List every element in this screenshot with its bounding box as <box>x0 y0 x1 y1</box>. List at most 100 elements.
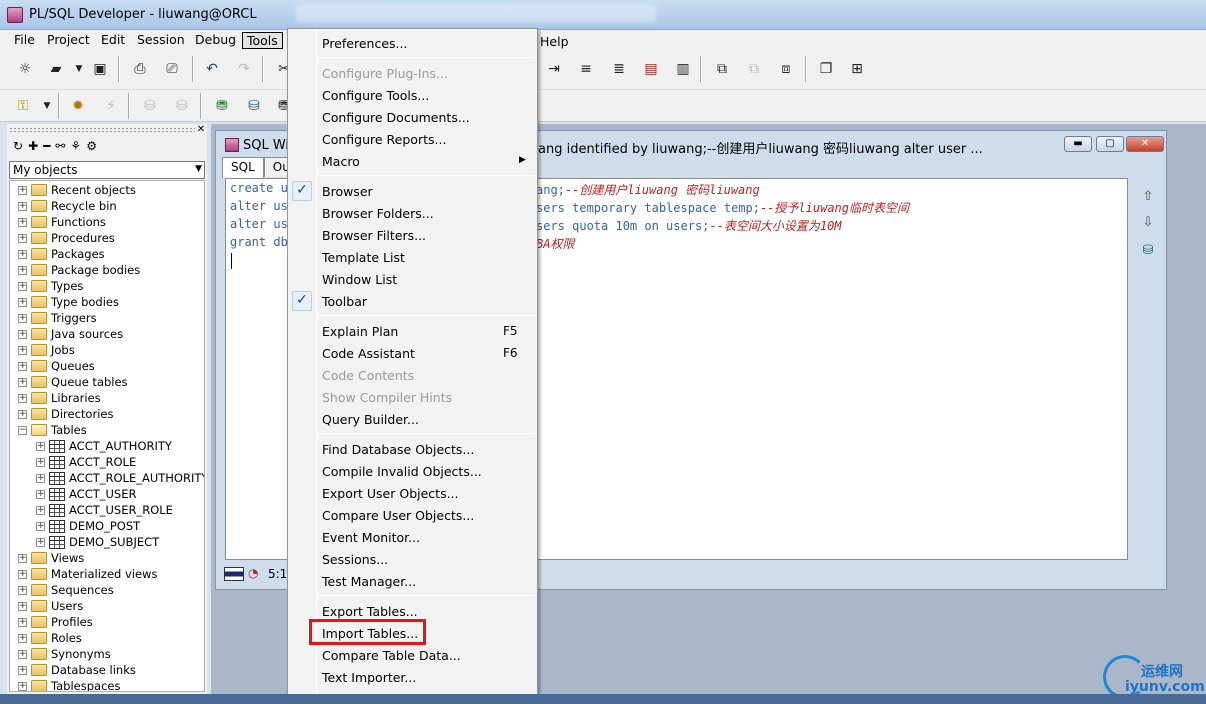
key-icon[interactable]: ⚿ <box>14 97 32 115</box>
expand-icon[interactable]: + <box>18 345 27 355</box>
tree-folder-item[interactable]: + Package bodies <box>18 262 140 278</box>
database-icon[interactable]: ⛁ <box>1140 243 1156 259</box>
break-icon[interactable]: ⚡ <box>102 97 120 115</box>
maximize-button[interactable]: ▢ <box>1096 136 1124 152</box>
tree-folder-item[interactable]: + Functions <box>18 214 106 230</box>
filter-icon[interactable]: ⚘ <box>70 139 81 157</box>
tree-table-item[interactable]: + ACCT_USER_ROLE <box>36 502 173 518</box>
menu-item-sessions[interactable]: Sessions... <box>288 548 537 570</box>
tree-table-item[interactable]: + ACCT_ROLE <box>36 454 136 470</box>
arrow-up-icon[interactable]: ⇧ <box>1140 189 1156 205</box>
menu-item-compare-table-data[interactable]: Compare Table Data... <box>288 644 537 666</box>
collapse-icon[interactable]: − <box>18 425 27 435</box>
add-icon[interactable]: ✚ <box>28 139 38 157</box>
expand-icon[interactable]: + <box>18 297 27 307</box>
expand-icon[interactable]: + <box>18 649 27 659</box>
paste-icon[interactable]: ⧉ <box>745 60 763 78</box>
expand-icon[interactable]: + <box>18 249 27 259</box>
filter-edit-icon[interactable]: ⚙ <box>86 139 97 157</box>
tree-table-item[interactable]: + ACCT_ROLE_AUTHORITY <box>36 470 204 486</box>
menu-item-configure-documents[interactable]: Configure Documents... <box>288 106 537 128</box>
minimize-button[interactable]: ▬ <box>1064 136 1092 152</box>
tree-folder-item[interactable]: + Queue tables <box>18 374 128 390</box>
find-object-icon[interactable]: ⚯ <box>55 139 65 157</box>
expand-icon[interactable]: + <box>18 409 27 419</box>
menu-item-configure-reports[interactable]: Configure Reports... <box>288 128 537 150</box>
db-session-icon[interactable]: ⛃ <box>213 97 231 115</box>
menu-item-macro[interactable]: Macro ▶ <box>288 150 537 172</box>
menu-file[interactable]: File <box>10 32 39 49</box>
menu-item-browser-folders[interactable]: Browser Folders... <box>288 202 537 224</box>
menu-item-event-monitor[interactable]: Event Monitor... <box>288 526 537 548</box>
expand-icon[interactable]: + <box>18 217 27 227</box>
tree-folder-item[interactable]: + Type bodies <box>18 294 119 310</box>
expand-icon[interactable]: + <box>18 313 27 323</box>
tree-table-item[interactable]: + DEMO_POST <box>36 518 140 534</box>
expand-icon[interactable]: + <box>18 393 27 403</box>
tree-folder-item[interactable]: + Recent objects <box>18 182 136 198</box>
redo-icon[interactable]: ↷ <box>235 60 253 78</box>
tree-folder-item[interactable]: + Packages <box>18 246 105 262</box>
object-filter-select[interactable]: My objects ▼ <box>9 161 205 179</box>
window-icon[interactable]: ⧈ <box>777 60 795 78</box>
expand-icon[interactable]: + <box>18 377 27 387</box>
tree-folder-item[interactable]: + Roles <box>18 630 82 646</box>
copy-icon[interactable]: ⧉ <box>713 60 731 78</box>
indent-icon[interactable]: ⇥ <box>545 60 563 78</box>
expand-icon[interactable]: + <box>18 569 27 579</box>
tree-table-item[interactable]: + ACCT_USER <box>36 486 136 502</box>
expand-icon[interactable]: + <box>36 505 45 515</box>
expand-icon[interactable]: + <box>36 473 45 483</box>
tree-folder-item[interactable]: + Procedures <box>18 230 115 246</box>
tree-table-item[interactable]: + DEMO_SUBJECT <box>36 534 159 550</box>
close-button[interactable]: ✕ <box>1126 136 1164 152</box>
tree-folder-item[interactable]: + Materialized views <box>18 566 157 582</box>
menu-item-compile-invalid-objects[interactable]: Compile Invalid Objects... <box>288 460 537 482</box>
expand-icon[interactable]: + <box>36 489 45 499</box>
tree-table-item[interactable]: + ACCT_AUTHORITY <box>36 438 172 454</box>
new-icon[interactable]: ☼ <box>16 60 34 78</box>
save-icon[interactable]: ▣ <box>91 60 109 78</box>
tree-folder-item[interactable]: + Tablespaces <box>18 678 120 691</box>
menu-item-toolbar[interactable]: ✓ Toolbar <box>288 290 537 312</box>
expand-icon[interactable]: + <box>18 361 27 371</box>
undo-icon[interactable]: ↶ <box>203 60 221 78</box>
menu-item-browser[interactable]: ✓ Browser <box>288 180 537 202</box>
expand-icon[interactable]: + <box>36 441 45 451</box>
menu-item-preferences[interactable]: Preferences... <box>288 32 537 54</box>
tree-folder-item[interactable]: + Recycle bin <box>18 198 117 214</box>
tab-sql[interactable]: SQL <box>222 157 264 178</box>
key-dropdown-icon[interactable]: ▼ <box>38 97 56 115</box>
print-icon[interactable]: ⎙ <box>131 60 149 78</box>
close-icon[interactable]: ✕ <box>196 125 206 135</box>
menu-item-find-database-objects[interactable]: Find Database Objects... <box>288 438 537 460</box>
menu-item-browser-filters[interactable]: Browser Filters... <box>288 224 537 246</box>
chevron-down-icon[interactable]: ▼ <box>195 164 202 174</box>
expand-icon[interactable]: + <box>18 553 27 563</box>
menu-help[interactable]: Help <box>540 34 569 49</box>
uncomment-icon[interactable]: ▤ <box>642 60 660 78</box>
sql-icon[interactable]: ⛁ <box>245 97 263 115</box>
panel-grip[interactable] <box>9 127 195 133</box>
tree-folder-item[interactable]: + Java sources <box>18 326 123 342</box>
open-icon[interactable]: ▰ <box>47 60 65 78</box>
tree-folder-item[interactable]: + Sequences <box>18 582 114 598</box>
find-icon[interactable]: ▥ <box>674 60 692 78</box>
expand-icon[interactable]: + <box>18 281 27 291</box>
expand-icon[interactable]: + <box>18 185 27 195</box>
tree-folder-item[interactable]: − Tables <box>18 422 87 438</box>
tree-folder-item[interactable]: + Profiles <box>18 614 93 630</box>
expand-icon[interactable]: + <box>18 201 27 211</box>
refresh-icon[interactable]: ↻ <box>13 139 23 157</box>
execute-icon[interactable]: ✹ <box>69 97 87 115</box>
outdent-icon[interactable]: ≡ <box>577 60 595 78</box>
menu-item-compare-user-objects[interactable]: Compare User Objects... <box>288 504 537 526</box>
tree-folder-item[interactable]: + Users <box>18 598 83 614</box>
expand-icon[interactable]: + <box>18 633 27 643</box>
rollback-icon[interactable]: ⛁ <box>173 97 191 115</box>
expand-icon[interactable]: + <box>36 457 45 467</box>
expand-icon[interactable]: + <box>18 329 27 339</box>
tree-folder-item[interactable]: + Views <box>18 550 84 566</box>
expand-icon[interactable]: + <box>18 601 27 611</box>
tree-folder-item[interactable]: + Database links <box>18 662 136 678</box>
